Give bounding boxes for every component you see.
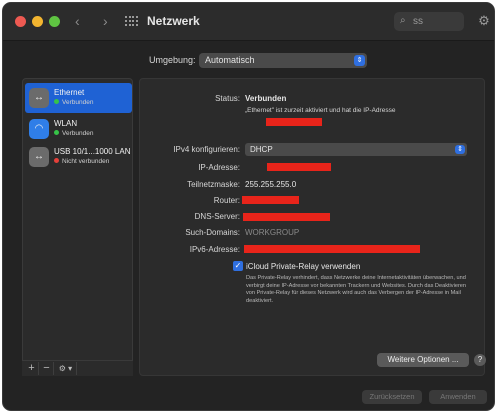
chevron-updown-icon: ⇕ [455, 145, 465, 154]
apply-button[interactable]: Anwenden [429, 390, 487, 404]
search-icon: ⌕ [400, 15, 406, 26]
service-item-wlan[interactable]: ◠ WLAN Verbunden [25, 114, 132, 144]
minimize-window-button[interactable] [32, 16, 43, 27]
service-item-ethernet[interactable]: ↔ Ethernet Verbunden [25, 83, 132, 113]
chevron-updown-icon: ⇕ [354, 55, 365, 66]
service-name: WLAN [54, 119, 78, 128]
status-dot [54, 158, 59, 163]
chevron-left-icon[interactable]: ‹ [75, 13, 80, 29]
dns-server-label: DNS-Server: [194, 212, 240, 221]
chevron-right-icon[interactable]: › [103, 13, 108, 29]
revert-button[interactable]: Zurücksetzen [362, 390, 422, 404]
add-service-button[interactable]: + [25, 362, 39, 375]
search-domains-label: Such-Domains: [185, 228, 240, 237]
subnet-mask-label: Teilnetzmaske: [187, 180, 240, 189]
service-details-panel: Status: Verbunden „Ethernet" ist zurzeit… [139, 78, 486, 376]
service-status: Verbunden [54, 99, 93, 106]
ethernet-icon: ↔ [29, 88, 49, 108]
zoom-window-button[interactable] [49, 16, 60, 27]
ip-address-label: IP-Adresse: [198, 163, 240, 172]
status-label: Status: [215, 94, 240, 103]
location-value: Automatisch [205, 55, 255, 65]
grid-icon[interactable] [125, 16, 138, 27]
search-query: ss [413, 16, 423, 27]
private-relay-label: iCloud Private-Relay verwenden [246, 262, 361, 271]
help-button[interactable]: ? [474, 354, 486, 366]
redacted-dns-server [243, 213, 330, 221]
private-relay-checkbox[interactable]: ✓ [233, 261, 243, 271]
private-relay-description: Das Private-Relay verhindert, dass Netzw… [246, 275, 467, 304]
redacted-ipv6-address [244, 245, 420, 253]
location-select[interactable]: Automatisch ⇕ [199, 53, 367, 68]
network-preferences-window: ‹ › Netzwerk ⌕ ss ⚙ Umgebung: Automatisc… [2, 2, 495, 411]
ipv6-address-label: IPv6-Adresse: [189, 245, 240, 254]
lock-icon[interactable]: ⚙ [477, 14, 491, 28]
service-status: Nicht verbunden [54, 158, 109, 165]
service-item-usb-lan[interactable]: ↔ USB 10/1...1000 LAN Nicht verbunden [25, 142, 132, 172]
search-domains-value: WORKGROUP [245, 228, 300, 237]
window-title: Netzwerk [147, 14, 200, 28]
search-input[interactable]: ⌕ ss [394, 12, 464, 31]
router-label: Router: [213, 196, 240, 205]
status-value: Verbunden [245, 94, 287, 103]
ipv4-configure-label: IPv4 konfigurieren: [173, 145, 240, 154]
ethernet-icon: ↔ [29, 147, 49, 167]
status-dot [54, 99, 59, 104]
remove-service-button[interactable]: − [40, 362, 54, 375]
location-label: Umgebung: [149, 55, 196, 65]
status-description: „Ethernet" ist zurzeit aktiviert und hat… [245, 107, 396, 114]
service-name: USB 10/1...1000 LAN [54, 147, 131, 156]
redacted-router [242, 196, 299, 204]
title-bar: ‹ › Netzwerk ⌕ ss ⚙ [3, 3, 494, 41]
subnet-mask-value: 255.255.255.0 [245, 180, 297, 189]
ipv4-configure-select[interactable]: DHCP ⇕ [245, 143, 467, 156]
service-name: Ethernet [54, 88, 85, 97]
ipv4-configure-value: DHCP [250, 145, 273, 154]
advanced-options-button[interactable]: Weitere Optionen ... [377, 353, 469, 367]
redacted-ip-address [266, 118, 322, 126]
service-status: Verbunden [54, 130, 93, 137]
wifi-icon: ◠ [29, 119, 49, 139]
service-actions-menu[interactable]: ⚙ ▾ [55, 362, 77, 375]
redacted-ip-address [267, 163, 331, 171]
close-window-button[interactable] [15, 16, 26, 27]
service-list-toolbar: + − ⚙ ▾ [22, 360, 133, 376]
service-list: ↔ Ethernet Verbunden ◠ WLAN Verbunden ↔ … [22, 78, 133, 376]
status-dot [54, 130, 59, 135]
